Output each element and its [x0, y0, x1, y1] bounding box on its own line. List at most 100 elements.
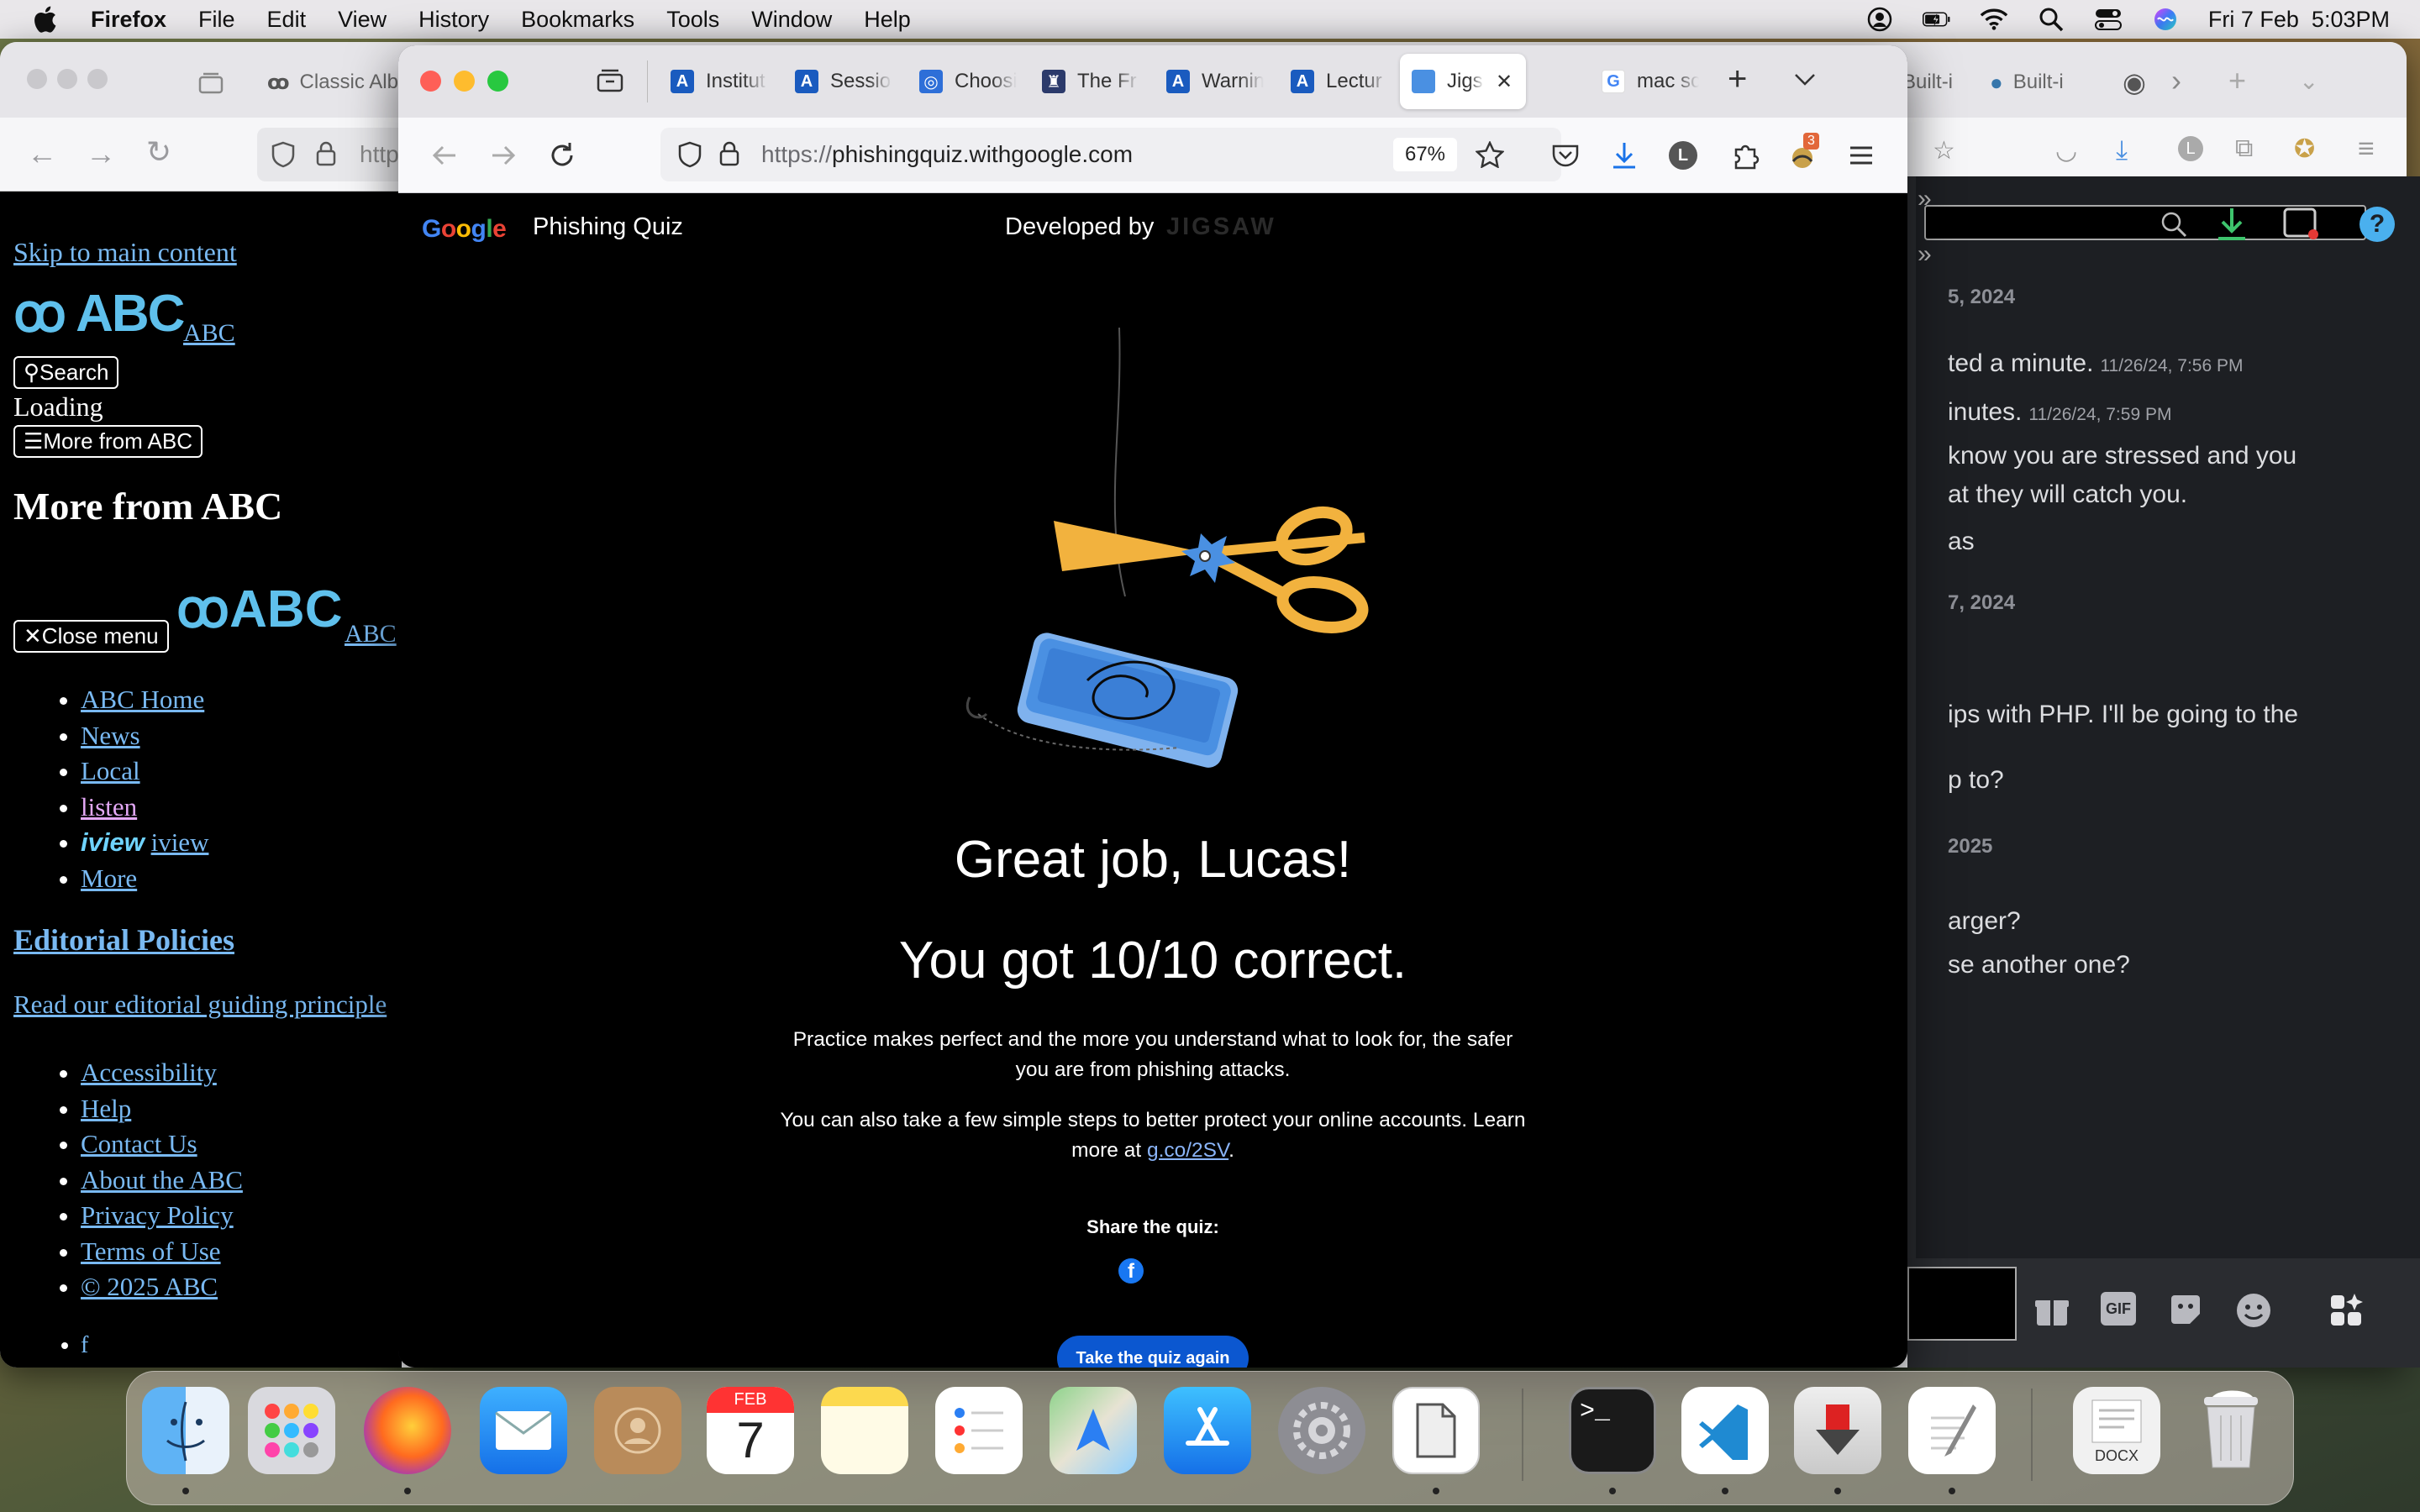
- tab[interactable]: A Lectur: [1279, 54, 1397, 109]
- tab[interactable]: Gmac sc: [1590, 54, 1707, 109]
- new-tab-icon[interactable]: +: [2228, 57, 2246, 104]
- emoji-icon[interactable]: [2235, 1292, 2272, 1329]
- footer-contact[interactable]: Contact Us: [81, 1126, 243, 1163]
- tab-overview-icon[interactable]: [597, 67, 623, 92]
- footer-privacy[interactable]: Privacy Policy: [81, 1198, 243, 1234]
- tab[interactable]: A Warnin: [1155, 54, 1272, 109]
- editorial-policies-heading[interactable]: Editorial Policies: [13, 922, 234, 958]
- footer-copyright[interactable]: © 2025 ABC: [81, 1269, 243, 1305]
- contacts-icon[interactable]: [594, 1387, 681, 1474]
- siri-icon[interactable]: [2151, 7, 2180, 32]
- footer-terms-link[interactable]: Terms of Use: [81, 1236, 221, 1266]
- pocket-icon[interactable]: [1549, 139, 1581, 171]
- tab[interactable]: ♜ The Fr: [1030, 54, 1148, 109]
- app-menu-icon[interactable]: ≡: [2358, 133, 2375, 165]
- maps-icon[interactable]: [1050, 1387, 1137, 1474]
- extension-badge-icon[interactable]: 3: [1786, 133, 1819, 171]
- pocket-icon[interactable]: ◡: [2055, 136, 2077, 165]
- more-from-abc-button[interactable]: ☰More from ABC: [13, 425, 203, 458]
- close-window-button[interactable]: [27, 69, 47, 89]
- download-icon[interactable]: [2215, 205, 2249, 242]
- docx-file-icon[interactable]: DOCX: [2073, 1387, 2160, 1474]
- nav-news[interactable]: News: [81, 718, 208, 754]
- nav-local[interactable]: Local: [81, 753, 208, 790]
- trash-icon[interactable]: [2187, 1387, 2275, 1474]
- search-button[interactable]: ⚲Search: [13, 356, 119, 389]
- search-icon[interactable]: [2160, 210, 2188, 239]
- close-window-button[interactable]: [420, 71, 441, 92]
- footer-accessibility[interactable]: Accessibility: [81, 1055, 243, 1091]
- notes-icon[interactable]: [821, 1387, 908, 1474]
- minimize-window-button[interactable]: [454, 71, 475, 92]
- close-tab-icon[interactable]: ✕: [1496, 70, 1512, 94]
- abc-home-link[interactable]: ABC: [183, 319, 235, 348]
- apple-icon[interactable]: [32, 5, 57, 34]
- reload-icon[interactable]: ↻: [146, 134, 171, 170]
- footer-privacy-link[interactable]: Privacy Policy: [81, 1200, 234, 1230]
- downloader-app-icon[interactable]: [1794, 1387, 1881, 1474]
- zoom-window-button[interactable]: [487, 71, 508, 92]
- reload-icon[interactable]: [546, 139, 578, 171]
- footer-about[interactable]: About the ABC: [81, 1163, 243, 1199]
- menu-bookmarks[interactable]: Bookmarks: [521, 7, 634, 33]
- nav-listen-link[interactable]: listen: [81, 792, 137, 822]
- facebook-icon[interactable]: f: [81, 1327, 99, 1364]
- nav-more[interactable]: More: [81, 861, 208, 897]
- facebook-share-icon[interactable]: f: [1118, 1258, 1144, 1284]
- menu-history[interactable]: History: [418, 7, 489, 33]
- google-logo[interactable]: Google: [422, 215, 507, 244]
- list-all-tabs-icon[interactable]: ⌄: [2299, 57, 2318, 104]
- list-all-tabs-icon[interactable]: [1793, 72, 1817, 87]
- zoom-window-button[interactable]: [87, 69, 108, 89]
- battery-icon[interactable]: [1922, 7, 1951, 32]
- tab-scroll-right-icon[interactable]: ›: [2171, 57, 2181, 104]
- extensions-icon[interactable]: [1729, 139, 1761, 171]
- bookmark-star-icon[interactable]: ☆: [1933, 136, 1955, 165]
- control-center-icon[interactable]: [2094, 7, 2123, 32]
- downloads-icon[interactable]: [1608, 139, 1640, 171]
- background-tab-right-1[interactable]: Built-i: [1902, 59, 1953, 106]
- terminal-icon[interactable]: >_: [1569, 1387, 1656, 1474]
- textedit-icon[interactable]: [1908, 1387, 1996, 1474]
- tracking-shield-icon[interactable]: [677, 141, 702, 168]
- chat-splitter[interactable]: [1907, 176, 1916, 1368]
- gif-icon[interactable]: GIF: [2101, 1292, 2136, 1326]
- apps-icon[interactable]: [2328, 1292, 2365, 1329]
- calendar-icon[interactable]: FEB 7: [707, 1387, 794, 1474]
- footer-contact-link[interactable]: Contact Us: [81, 1129, 197, 1158]
- tab[interactable]: ◎ Choosi: [908, 54, 1025, 109]
- wifi-icon[interactable]: [1980, 7, 2008, 32]
- tab[interactable]: A Sessio: [783, 54, 901, 109]
- mail-icon[interactable]: [480, 1387, 567, 1474]
- 2sv-link[interactable]: g.co/2SV: [1147, 1139, 1228, 1162]
- nav-listen[interactable]: listen: [81, 790, 208, 826]
- youtube-icon[interactable]: ▶: [81, 1364, 99, 1368]
- sticker-icon[interactable]: [2168, 1292, 2203, 1327]
- system-settings-icon[interactable]: [1278, 1387, 1365, 1474]
- menu-help[interactable]: Help: [864, 7, 911, 33]
- menu-app-name[interactable]: Firefox: [91, 7, 166, 33]
- footer-terms[interactable]: Terms of Use: [81, 1234, 243, 1270]
- abc-logo[interactable]: ꝏ ABC: [13, 282, 185, 344]
- abc-menu-logo[interactable]: ꝏABC: [176, 578, 342, 639]
- finder-icon[interactable]: [142, 1387, 229, 1474]
- footer-about-link[interactable]: About the ABC: [81, 1165, 243, 1194]
- nav-iview-link[interactable]: iview: [151, 827, 209, 857]
- new-tab-icon[interactable]: +: [1728, 60, 1747, 98]
- skip-to-main-link[interactable]: Skip to main content: [13, 237, 237, 268]
- menu-view[interactable]: View: [338, 7, 387, 33]
- close-menu-button[interactable]: ✕Close menu: [13, 620, 169, 653]
- background-tab[interactable]: ꝏ Classic Alb: [267, 59, 398, 106]
- take-quiz-again-button[interactable]: Take the quiz again: [1057, 1336, 1249, 1368]
- reminders-icon[interactable]: [935, 1387, 1023, 1474]
- help-icon[interactable]: ?: [2360, 207, 2395, 242]
- forward-arrow-icon[interactable]: →: [86, 136, 116, 171]
- collapse-sidebar-icon[interactable]: »: [1918, 185, 1932, 213]
- extensions-icon[interactable]: ⧉: [2235, 134, 2253, 163]
- footer-copyright-link[interactable]: © 2025 ABC: [81, 1272, 218, 1301]
- app-store-icon[interactable]: [1164, 1387, 1251, 1474]
- url-bar[interactable]: https://phishingquiz.withgoogle.com 67%: [660, 128, 1561, 181]
- menu-file[interactable]: File: [198, 7, 235, 33]
- nav-abc-home[interactable]: ABC Home: [81, 682, 208, 718]
- abc-menu-home-link[interactable]: ABC: [345, 620, 397, 648]
